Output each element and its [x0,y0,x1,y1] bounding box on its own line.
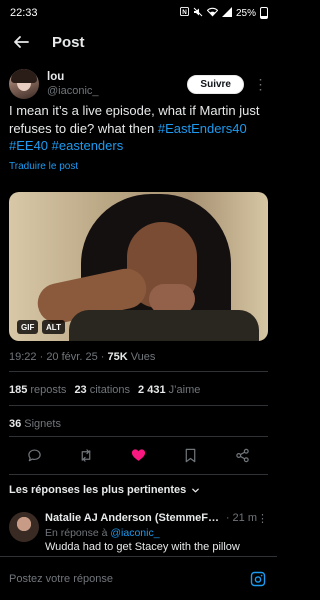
reply-to-line: En réponse à @iaconic_ [45,527,268,539]
author-names: lou @iaconic_ [47,71,99,97]
nfc-icon: N [179,6,189,19]
hashtag-link[interactable]: #eastenders [52,138,124,153]
bookmark-button[interactable] [179,443,203,467]
reply-header: Natalie AJ Anderson (StemmeFa... · 21 m … [45,512,268,525]
bookmarks-stat[interactable]: 36 Signets [9,418,61,430]
views-label: Vues [130,351,156,363]
like-button[interactable] [126,443,150,467]
reply-item[interactable]: Natalie AJ Anderson (StemmeFa... · 21 m … [9,512,268,553]
mute-icon [193,7,203,20]
tweet-stats: 185 reposts 23 citations 2 431 J’aime [9,384,200,396]
status-bar: 22:33 N 25% [0,0,277,26]
reply-to-handle[interactable]: @iaconic_ [110,527,159,539]
status-icons: N 25% [179,6,268,20]
arrow-left-icon [14,36,29,48]
battery-percent: 25% [235,7,256,19]
tweet-author-row: lou @iaconic_ Suivre ⋮ [9,68,268,100]
bookmarks-label: Signets [24,418,61,430]
repost-icon [81,448,91,462]
bookmarks-count: 36 [9,418,22,430]
reply-text: Wudda had to get Stacey with the pillow [45,541,240,553]
reposts-stat[interactable]: 185 reposts [9,384,66,396]
reply-input[interactable]: Postez votre réponse [9,573,113,585]
bookmark-icon [185,448,196,462]
tweet-date: 20 févr. 25 [46,351,98,363]
tweet-time: 19:22 [9,351,37,363]
avatar[interactable] [9,69,39,99]
reply-body: Natalie AJ Anderson (StemmeFa... · 21 m … [45,512,268,553]
hashtag-link[interactable]: #EE40 [9,138,48,153]
svg-text:N: N [182,9,187,16]
status-time: 22:33 [10,7,38,19]
replies-sort-dropdown[interactable]: Les réponses les plus pertinentes [9,484,200,496]
divider [9,436,268,437]
tweet-action-bar [0,443,277,467]
alt-badge[interactable]: ALT [42,320,65,334]
quotes-label: citations [89,384,131,396]
divider [9,474,268,475]
quotes-count: 23 [74,384,87,396]
heart-filled-icon [131,449,146,461]
more-options-icon[interactable]: ⋮ [252,76,268,93]
views-count: 75K [107,351,128,363]
comment-icon [27,448,41,461]
follow-button[interactable]: Suivre [187,74,244,94]
more-options-icon[interactable]: ⋮ [257,512,268,525]
quotes-stat[interactable]: 23 citations [74,384,130,396]
likes-count: 2 431 [138,384,166,396]
tweet-meta: 19:22 · 20 févr. 25 · 75K Vues [9,351,156,363]
chevron-down-icon [192,488,200,492]
translate-post-link[interactable]: Traduire le post [9,161,78,172]
camera-icon [250,571,266,586]
author-name[interactable]: lou [47,71,99,83]
avatar[interactable] [9,512,39,542]
tweet-text: I mean it’s a live episode, what if Mart… [9,102,267,155]
page-title: Post [52,33,85,51]
repost-button[interactable] [74,443,98,467]
back-button[interactable] [2,27,40,57]
battery-icon [260,7,268,19]
reply-button[interactable] [22,443,46,467]
likes-stat[interactable]: 2 431 J’aime [138,384,200,396]
camera-button[interactable] [248,569,268,589]
reply-composer[interactable]: Postez votre réponse [0,556,277,600]
top-app-bar: Post [0,27,277,57]
reply-author-name[interactable]: Natalie AJ Anderson (StemmeFa... [45,512,222,525]
signal-icon [221,6,232,20]
divider [9,371,268,372]
hashtag-link[interactable]: #EastEnders40 [158,121,247,136]
author-handle[interactable]: @iaconic_ [47,85,99,97]
gif-image [9,192,268,341]
share-icon [236,448,250,462]
divider [9,405,268,406]
tweet-media-gif[interactable]: GIF ALT [9,192,268,341]
wifi-icon [206,7,219,20]
gif-badge: GIF [17,320,39,334]
reposts-label: reposts [30,384,67,396]
likes-label: J’aime [168,384,201,396]
reposts-count: 185 [9,384,28,396]
reply-to-prefix: En réponse à [45,527,108,539]
share-button[interactable] [231,443,255,467]
reply-time: · 21 m [225,512,257,524]
replies-heading: Les réponses les plus pertinentes [9,484,187,496]
